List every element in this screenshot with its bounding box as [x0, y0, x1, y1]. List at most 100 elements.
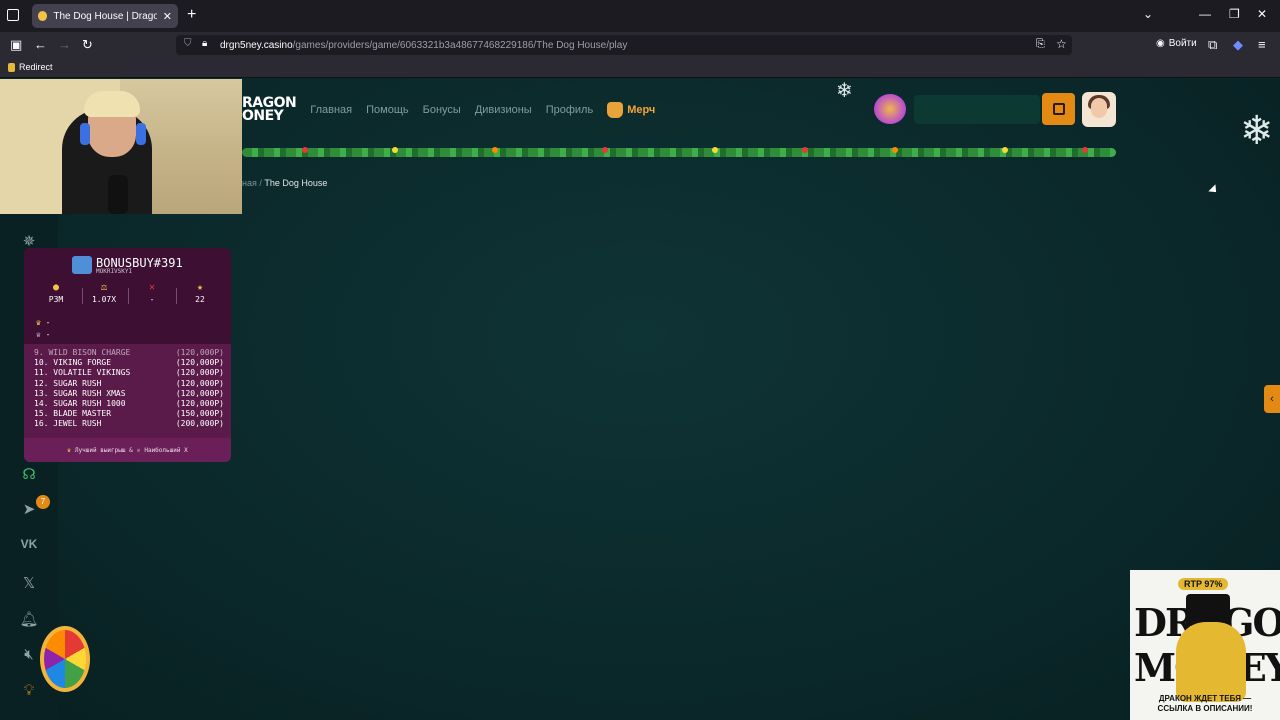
list-item: 9. WILD BISON CHARGE (120,000P): [34, 348, 224, 358]
biggest-x-value: -: [45, 330, 51, 339]
bookmark-icon: [8, 62, 15, 72]
reload-icon[interactable]: ↻: [82, 37, 93, 53]
collapse-panel-button[interactable]: ‹: [1264, 385, 1280, 413]
wallet-icon: [1052, 103, 1065, 115]
dragon-mascot: [1176, 622, 1246, 702]
url-domain: drgn5ney.casino: [220, 39, 293, 51]
list-item-price: (150,000P): [175, 409, 224, 419]
headset-icon: [136, 123, 146, 145]
list-item-price: (120,000P): [175, 358, 224, 368]
headset-icon: [80, 123, 90, 145]
nav-link-bonuses[interactable]: Бонусы: [423, 104, 461, 116]
user-avatar[interactable]: [1082, 92, 1116, 127]
merch-label: Мерч: [627, 104, 656, 116]
site-top-nav: RAGON ONEY Главная Помощь Бонусы Дивизио…: [242, 92, 655, 128]
promo-line1: ДРАКОН ЖДЕТ ТЕБЯ —: [1158, 694, 1252, 703]
wallet-button[interactable]: [1042, 93, 1075, 125]
tab-overview-icon[interactable]: [7, 9, 19, 21]
url-bar[interactable]: ⛉ 🔒︎ drgn5ney.casino/games/providers/gam…: [176, 35, 1072, 55]
snowflake-icon: ❄: [1240, 109, 1274, 153]
crown-outline-icon: ♕: [136, 446, 141, 454]
list-item-name: 9. WILD BISON CHARGE: [34, 348, 131, 357]
bookmark-star-icon[interactable]: ☆: [1056, 37, 1067, 51]
tab-close-icon[interactable]: ✕: [163, 10, 172, 23]
fortune-wheel-icon[interactable]: [40, 626, 90, 692]
lightbulb-icon[interactable]: 💡︎: [19, 682, 39, 702]
breadcrumb-current: The Dog House: [264, 178, 328, 188]
stat-multiplier: ⚖ 1.07X: [84, 282, 124, 304]
bonusbuy-subtitle: MOKRIVSKYI: [96, 268, 133, 275]
footer-max-label: Наибольший X: [144, 446, 188, 454]
support-headset-icon[interactable]: ☊: [19, 465, 39, 485]
maximize-icon[interactable]: ❐: [1229, 7, 1240, 21]
stat-count-value: 22: [195, 295, 205, 304]
logo-line2: ONEY: [242, 108, 284, 124]
promo-banner: DRAGON MONEY RTP 97% ДРАКОН ЖДЕТ ТЕБЯ — …: [1130, 570, 1280, 720]
bonusbuy-panel: BONUSBUY#391 MOKRIVSKYI ● P3M ⚖ 1.07X ✕ …: [24, 248, 231, 462]
vk-icon[interactable]: VK: [19, 537, 39, 557]
list-item-price: (120,000P): [175, 378, 224, 388]
garland-line: [242, 148, 1116, 157]
sound-off-icon[interactable]: 🔇︎: [19, 646, 39, 666]
bonus-list: 9. WILD BISON CHARGE (120,000P) 10. VIKI…: [34, 348, 224, 430]
bell-icon[interactable]: 🔔︎: [19, 610, 39, 630]
list-item: 13. SUGAR RUSH XMAS (120,000P): [34, 389, 224, 399]
x-icon[interactable]: 𝕏: [19, 574, 39, 594]
reader-view-icon[interactable]: ⎘: [1036, 38, 1045, 51]
nav-link-profile[interactable]: Профиль: [546, 104, 594, 116]
account-icon: ◉: [1156, 38, 1165, 49]
bonus-logo-icon: [72, 256, 92, 274]
promo-caption: ДРАКОН ЖДЕТ ТЕБЯ — ССЫЛКА В ОПИСАНИИ!: [1130, 694, 1280, 714]
forward-icon[interactable]: →: [58, 37, 71, 52]
list-item-price: (120,000P): [175, 388, 224, 398]
browser-tab-bar: The Dog House | Dragon Mone ✕ + ⌄ — ❐ ✕: [0, 0, 1280, 32]
stat-cross: ✕ -: [132, 282, 172, 304]
rank-avatar-icon[interactable]: [874, 94, 906, 124]
back-icon[interactable]: ←: [34, 37, 47, 52]
nav-link-help[interactable]: Помощь: [366, 104, 409, 116]
stat-separator: [82, 288, 83, 304]
breadcrumb-prev[interactable]: ная: [242, 178, 257, 188]
new-tab-icon[interactable]: +: [187, 6, 196, 24]
stat-separator: [176, 288, 177, 304]
favicon-icon: [38, 11, 48, 21]
browser-tab[interactable]: The Dog House | Dragon Mone ✕: [32, 4, 178, 28]
promo-line2: ССЫЛКА В ОПИСАНИИ!: [1157, 704, 1253, 713]
star-icon: ★: [196, 282, 204, 293]
microphone-icon: [108, 175, 128, 214]
nav-link-divisions[interactable]: Дивизионы: [475, 104, 532, 116]
window-close-icon[interactable]: ✕: [1257, 7, 1267, 21]
site-logo[interactable]: RAGON ONEY: [242, 96, 297, 124]
balance-display[interactable]: [914, 95, 1040, 124]
webcam-hair: [84, 91, 140, 117]
list-item: 16. JEWEL RUSH (200,000P): [34, 419, 224, 429]
list-item-price: (120,000P): [175, 399, 224, 409]
signin-button[interactable]: ◉ Войти: [1156, 38, 1197, 49]
garland-bulb: [892, 147, 898, 153]
bonusbuy-footer: ♛ Лучший выигрыш & ♕ Наибольший X: [24, 438, 231, 462]
garland-bulb: [392, 147, 398, 153]
sidebar-toggle-icon[interactable]: ▣: [10, 37, 22, 53]
webcam-overlay: [0, 79, 242, 214]
tab-list-chevron-icon[interactable]: ⌄: [1143, 7, 1153, 21]
nav-link-home[interactable]: Главная: [310, 104, 352, 116]
extension-badge-icon[interactable]: ◆: [1233, 37, 1243, 53]
list-item-name: 15. BLADE MASTER: [34, 409, 112, 419]
coin-icon: ●: [52, 282, 60, 293]
lock-icon[interactable]: 🔒︎: [202, 38, 207, 49]
menu-icon[interactable]: ≡: [1258, 37, 1266, 52]
crown-icon: ♛: [36, 318, 41, 327]
extensions-icon[interactable]: ⧉: [1208, 37, 1217, 53]
bookmark-redirect[interactable]: Redirect: [8, 62, 53, 72]
garland-bulb: [802, 147, 808, 153]
cross-icon: ✕: [148, 282, 156, 293]
list-item-price: (200,000P): [175, 419, 224, 429]
minimize-icon[interactable]: —: [1199, 7, 1211, 21]
nav-link-merch[interactable]: Мерч: [607, 102, 655, 118]
bookmark-label: Redirect: [19, 62, 53, 72]
list-item-name: 11. VOLATILE VIKINGS: [34, 368, 131, 378]
shield-icon[interactable]: ⛉: [184, 38, 192, 49]
footer-best-label: Лучший выигрыш &: [74, 446, 133, 454]
list-item-name: 14. SUGAR RUSH 1000: [34, 399, 126, 409]
bonusbuy-header: BONUSBUY#391 MOKRIVSKYI ● P3M ⚖ 1.07X ✕ …: [24, 248, 231, 344]
